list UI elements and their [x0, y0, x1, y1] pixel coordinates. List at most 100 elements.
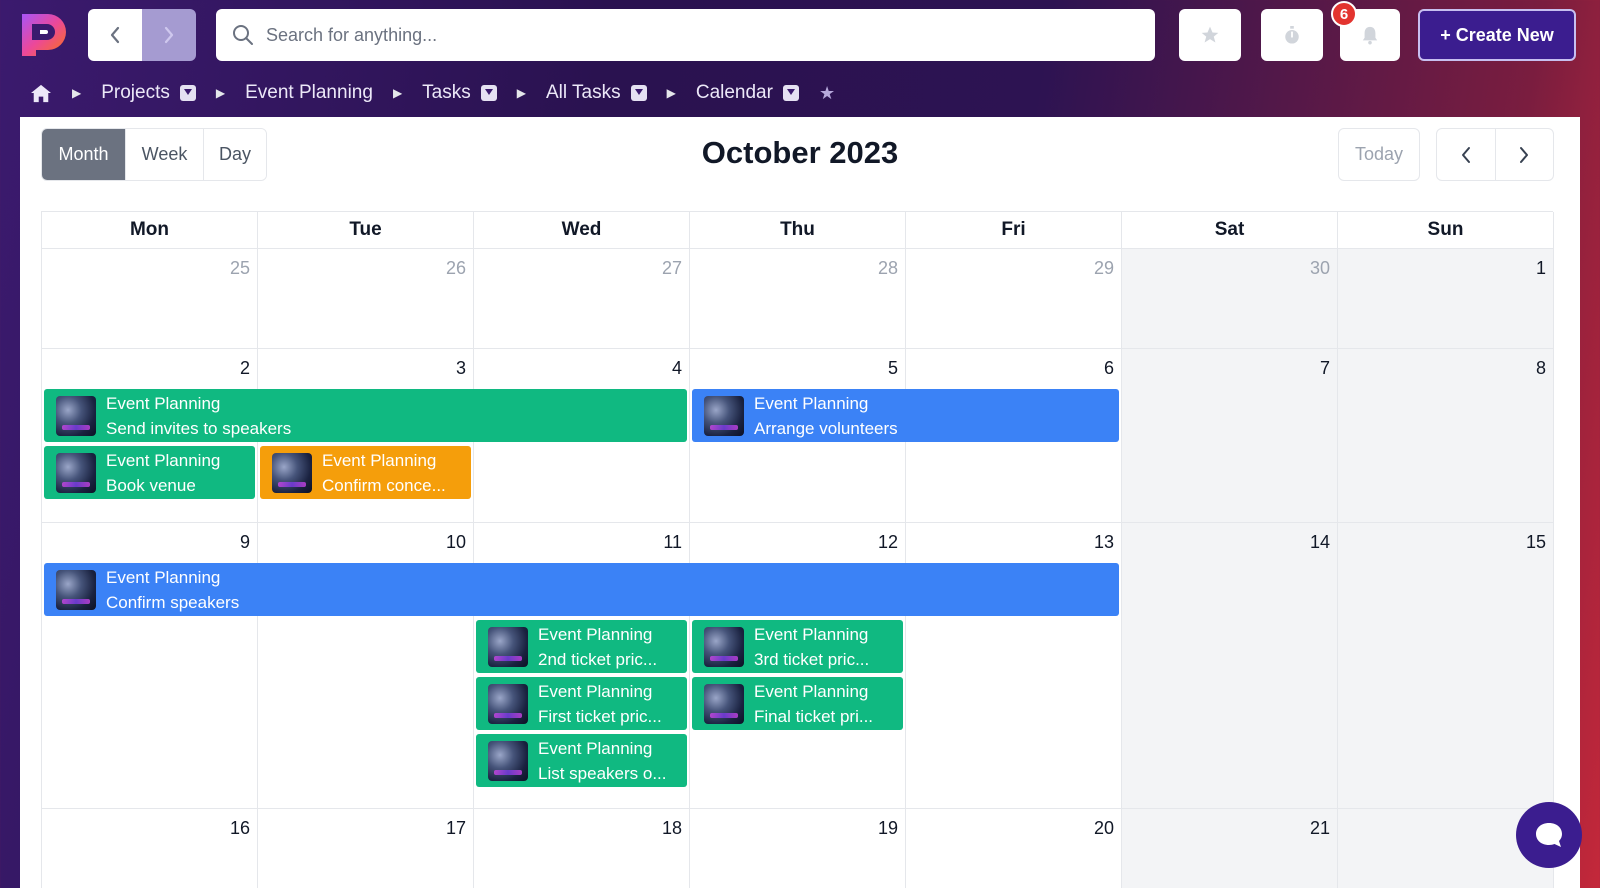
view-week-button[interactable]: Week	[126, 129, 204, 180]
day-number: 27	[661, 258, 682, 278]
calendar-event[interactable]: Event Planning Confirm conce...	[260, 446, 471, 499]
calendar-event[interactable]: Event Planning List speakers o...	[476, 734, 687, 787]
day-cell[interactable]: 1	[1338, 249, 1554, 349]
project-thumbnail-icon	[488, 683, 528, 724]
event-text: Event Planning 2nd ticket pric...	[538, 622, 657, 672]
next-month-button[interactable]	[1496, 129, 1554, 180]
breadcrumb-calendar[interactable]: Calendar	[696, 82, 773, 104]
day-number: 26	[445, 258, 466, 278]
projects-dropdown-icon[interactable]	[179, 85, 196, 101]
calendar-event[interactable]: Event Planning First ticket pric...	[476, 677, 687, 730]
day-cell[interactable]: 15	[1338, 523, 1554, 809]
day-number: 30	[1309, 258, 1330, 278]
event-title: Final ticket pri...	[754, 706, 874, 726]
breadcrumb-event-planning[interactable]: Event Planning	[245, 82, 373, 104]
chevron-left-icon	[110, 26, 120, 44]
day-number: 19	[877, 818, 898, 838]
day-cell[interactable]: 14	[1122, 523, 1338, 809]
breadcrumb-projects[interactable]: Projects	[101, 82, 170, 104]
event-title: Confirm conce...	[322, 475, 446, 495]
day-cell[interactable]: 17	[258, 809, 474, 888]
home-icon[interactable]	[30, 83, 52, 103]
day-cell[interactable]: 29	[906, 249, 1122, 349]
calendar-event[interactable]: Event Planning 3rd ticket pric...	[692, 620, 903, 673]
all-tasks-dropdown-icon[interactable]	[630, 85, 647, 101]
day-number: 20	[1093, 818, 1114, 838]
chat-bubble-icon	[1536, 823, 1562, 847]
back-button[interactable]	[88, 9, 142, 61]
create-new-button[interactable]: + Create New	[1418, 9, 1576, 61]
tasks-dropdown-icon[interactable]	[480, 85, 497, 101]
day-cell[interactable]: 28	[690, 249, 906, 349]
weekday-header: Mon Tue Wed Thu Fri Sat Sun	[42, 212, 1554, 249]
today-button[interactable]: Today	[1338, 128, 1420, 181]
project-thumbnail-icon	[488, 626, 528, 667]
day-number: 11	[663, 532, 682, 552]
project-thumbnail-icon	[488, 740, 528, 781]
view-day-button[interactable]: Day	[204, 129, 266, 180]
calendar-event[interactable]: Event Planning Book venue	[44, 446, 255, 499]
calendar-event[interactable]: Event Planning Confirm speakers	[44, 563, 1119, 616]
day-cell[interactable]: 16	[42, 809, 258, 888]
day-number: 8	[1535, 358, 1546, 378]
calendar-event[interactable]: Event Planning Final ticket pri...	[692, 677, 903, 730]
search-input[interactable]	[266, 24, 1126, 46]
day-cell[interactable]: 7	[1122, 349, 1338, 523]
calendar-event[interactable]: Event Planning Send invites to speakers	[44, 389, 687, 442]
day-number: 4	[671, 358, 682, 378]
forward-button[interactable]	[142, 9, 196, 61]
chat-button[interactable]	[1516, 802, 1582, 868]
day-number: 7	[1319, 358, 1330, 378]
event-text: Event Planning Final ticket pri...	[754, 679, 873, 729]
day-cell[interactable]: 26	[258, 249, 474, 349]
day-number: 6	[1103, 358, 1114, 378]
day-cell[interactable]: 8	[1338, 349, 1554, 523]
calendar-dropdown-icon[interactable]	[782, 85, 799, 101]
day-number: 3	[455, 358, 466, 378]
weekday-label: Sat	[1122, 212, 1338, 249]
day-number: 15	[1525, 532, 1546, 552]
view-month-button[interactable]: Month	[42, 129, 126, 180]
weekday-label: Tue	[258, 212, 474, 249]
day-cell[interactable]: 20	[906, 809, 1122, 888]
event-project: Event Planning	[106, 393, 221, 413]
event-text: Event Planning Confirm conce...	[322, 448, 446, 498]
event-title: Send invites to speakers	[106, 418, 292, 438]
project-thumbnail-icon	[704, 683, 744, 724]
day-cell[interactable]: 27	[474, 249, 690, 349]
weekday-label: Mon	[42, 212, 258, 249]
weekday-label: Sun	[1338, 212, 1554, 249]
event-title: List speakers o...	[538, 763, 667, 783]
view-switcher: Month Week Day	[41, 128, 267, 181]
favorites-button[interactable]	[1179, 9, 1241, 61]
event-text: Event Planning First ticket pric...	[538, 679, 662, 729]
project-thumbnail-icon	[56, 395, 96, 436]
favorite-star-icon[interactable]: ★	[819, 83, 835, 104]
chevron-right-icon	[1520, 146, 1529, 163]
weekday-label: Wed	[474, 212, 690, 249]
calendar-event[interactable]: Event Planning Arrange volunteers	[692, 389, 1119, 442]
event-title: Confirm speakers	[106, 592, 240, 612]
star-icon	[1201, 26, 1219, 43]
breadcrumb-tasks[interactable]: Tasks	[422, 82, 471, 104]
search-bar[interactable]	[216, 9, 1155, 61]
day-number: 29	[1093, 258, 1114, 278]
event-title: Arrange volunteers	[754, 418, 898, 438]
previous-month-button[interactable]	[1437, 129, 1496, 180]
day-cell[interactable]: 21	[1122, 809, 1338, 888]
project-thumbnail-icon	[272, 452, 312, 493]
day-cell[interactable]: 19	[690, 809, 906, 888]
day-cell[interactable]: 18	[474, 809, 690, 888]
app-logo-icon[interactable]	[18, 10, 70, 60]
project-thumbnail-icon	[56, 569, 96, 610]
calendar-event[interactable]: Event Planning 2nd ticket pric...	[476, 620, 687, 673]
project-thumbnail-icon	[704, 626, 744, 667]
event-text: Event Planning Arrange volunteers	[754, 391, 898, 441]
day-cell[interactable]: 25	[42, 249, 258, 349]
bell-icon	[1362, 26, 1378, 45]
event-title: First ticket pric...	[538, 706, 662, 726]
timer-button[interactable]	[1261, 9, 1323, 61]
breadcrumb-all-tasks[interactable]: All Tasks	[546, 82, 621, 104]
day-cell[interactable]: 30	[1122, 249, 1338, 349]
event-project: Event Planning	[106, 567, 221, 587]
